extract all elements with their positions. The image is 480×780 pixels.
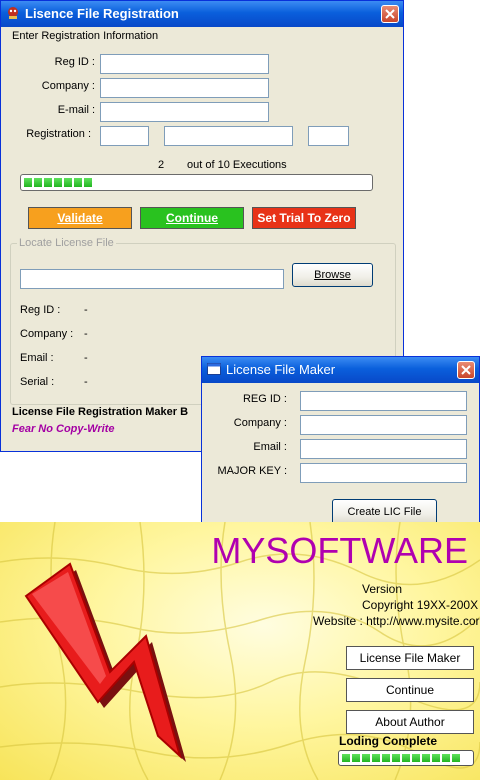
validate-button[interactable]: Validate <box>28 207 132 229</box>
maker-reg-id-label: REG ID : <box>242 393 287 405</box>
progress-segment <box>24 178 32 187</box>
progress-segment <box>74 178 82 187</box>
license-maker-title: License File Maker <box>226 362 336 377</box>
license-maker-window: License File Maker REG ID : Company : Em… <box>201 356 480 536</box>
license-file-maker-button[interactable]: License File Maker <box>346 646 474 670</box>
email-input[interactable] <box>100 102 269 122</box>
splash-title: MYSOFTWARE <box>211 530 468 571</box>
copyright-text: Copyright 19XX-200X <box>362 598 479 612</box>
maker-major-key-label: MAJOR KEY : <box>217 465 287 477</box>
maker-reg-id-input[interactable] <box>300 391 467 411</box>
window-icon <box>207 363 221 375</box>
info-company-label: Company : <box>20 328 74 340</box>
reg-id-input[interactable] <box>100 54 269 74</box>
footer-tagline: Fear No Copy-Write <box>12 423 115 435</box>
executions-count: 2 <box>157 159 165 171</box>
progress-segment <box>352 754 360 762</box>
progress-segment <box>342 754 350 762</box>
loading-status: Loding Complete <box>339 734 437 748</box>
info-email-label: Email : <box>20 352 54 364</box>
info-reg-id-value: - <box>84 304 88 316</box>
close-icon <box>385 9 395 19</box>
progress-segment <box>84 178 92 187</box>
registration-label: Registration : <box>26 128 91 140</box>
maker-major-key-input[interactable] <box>300 463 467 483</box>
progress-segment <box>54 178 62 187</box>
company-label: Company : <box>41 80 95 92</box>
set-trial-to-zero-button[interactable]: Set Trial To Zero <box>252 207 356 229</box>
progress-segment <box>422 754 430 762</box>
splash-screen: MYSOFTWARE Version Copyright 19XX-200X W… <box>0 522 480 780</box>
info-email-value: - <box>84 352 88 364</box>
close-icon <box>461 365 471 375</box>
progress-segment <box>412 754 420 762</box>
progress-segment <box>64 178 72 187</box>
red-lightning-bolt-icon <box>24 562 186 762</box>
progress-segment <box>442 754 450 762</box>
registration-title: Lisence File Registration <box>25 6 179 21</box>
registration-close-button[interactable] <box>381 5 399 23</box>
progress-segment <box>34 178 42 187</box>
executions-progress-bar <box>20 174 373 191</box>
browse-button[interactable]: Browse <box>292 263 373 287</box>
reg-id-label: Reg ID : <box>54 56 95 68</box>
email-label: E-mail : <box>57 104 95 116</box>
about-author-button[interactable]: About Author <box>346 710 474 734</box>
maker-company-input[interactable] <box>300 415 467 435</box>
registration-input-3[interactable] <box>308 126 349 146</box>
company-input[interactable] <box>100 78 269 98</box>
progress-segment <box>402 754 410 762</box>
progress-segment <box>392 754 400 762</box>
license-maker-titlebar[interactable]: License File Maker <box>202 357 479 383</box>
info-reg-id-label: Reg ID : <box>20 304 61 316</box>
splash-continue-button[interactable]: Continue <box>346 678 474 702</box>
executions-text: out of 10 Executions <box>187 159 287 171</box>
version-text: Version <box>362 582 403 596</box>
continue-button[interactable]: Continue <box>140 207 244 229</box>
progress-segment <box>432 754 440 762</box>
maker-company-label: Company : <box>233 417 287 429</box>
footer-title: License File Registration Maker B <box>12 406 189 418</box>
registration-titlebar[interactable]: Lisence File Registration <box>1 1 403 27</box>
registration-input-1[interactable] <box>100 126 149 146</box>
license-file-path-input[interactable] <box>20 269 284 289</box>
registration-group-title: Enter Registration Information <box>10 30 161 42</box>
locate-group-title: Locate License File <box>17 237 116 249</box>
info-serial-label: Serial : <box>20 376 55 388</box>
maker-email-input[interactable] <box>300 439 467 459</box>
license-maker-close-button[interactable] <box>457 361 475 379</box>
info-serial-value: - <box>84 376 88 388</box>
maker-email-label: Email : <box>253 441 287 453</box>
progress-segment <box>44 178 52 187</box>
progress-segment <box>372 754 380 762</box>
app-icon <box>8 7 18 19</box>
progress-segment <box>382 754 390 762</box>
loading-progress-bar <box>338 750 474 766</box>
progress-segment <box>452 754 460 762</box>
progress-segment <box>362 754 370 762</box>
website-text: Website : http://www.mysite.cor <box>313 614 480 628</box>
info-company-value: - <box>84 328 88 340</box>
registration-input-2[interactable] <box>164 126 293 146</box>
